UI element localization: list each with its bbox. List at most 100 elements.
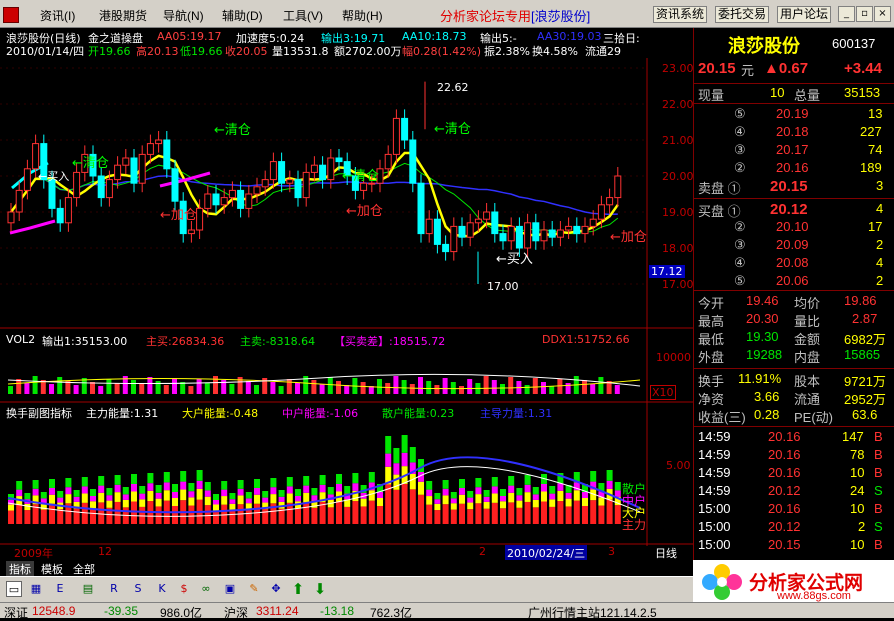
restore-icon[interactable]: ▫ — [856, 6, 873, 22]
forum-button[interactable]: 用户论坛 — [777, 6, 832, 23]
volume-bar — [90, 382, 95, 394]
power-bar — [426, 481, 433, 490]
power-bar — [377, 492, 383, 498]
power-bar — [500, 508, 506, 524]
ask-price: 20.16 — [776, 160, 809, 175]
buy-text-1: 买入 — [506, 252, 533, 267]
pen-icon[interactable]: ✎ — [246, 581, 262, 597]
power-bar — [508, 492, 515, 503]
rsi-icon[interactable]: R — [106, 581, 122, 597]
flower-icon — [702, 564, 742, 600]
close-icon[interactable]: × — [874, 6, 891, 22]
volume-bar — [254, 385, 259, 394]
stat-row: 收益(三) 0.28 PE(动) 63.6 — [694, 406, 894, 425]
power-bar — [147, 473, 154, 484]
menu-hk-futures[interactable]: 港股期货 — [99, 7, 147, 24]
stat-row: 最低 19.30 金额 6982万 — [694, 328, 894, 347]
kline-svg[interactable] — [0, 28, 693, 560]
panel-separator — [694, 426, 894, 427]
volume-bar — [565, 383, 571, 394]
clear-signal-2: ←清仓 — [214, 123, 251, 138]
power-bar — [524, 492, 531, 502]
candle-body — [105, 179, 113, 199]
chart-icon[interactable]: ▦ — [28, 581, 44, 597]
status-bar: 深证 12548.9 -39.35 986.0亿 沪深 3311.24 -13.… — [0, 602, 894, 620]
logo-url[interactable]: www.88gs.com — [777, 590, 851, 602]
power-bar — [106, 488, 113, 496]
power-bar — [401, 452, 408, 467]
power-bar — [237, 495, 244, 505]
candle-body — [565, 225, 573, 231]
arrow-down-icon[interactable]: ⬇ — [312, 581, 328, 597]
candle-body — [245, 193, 253, 209]
link-icon[interactable]: ∞ — [198, 581, 214, 597]
power-bar — [450, 492, 457, 499]
sar-icon[interactable]: S — [130, 581, 146, 597]
bid-volume: 2 — [876, 237, 884, 252]
power-bar — [311, 495, 318, 501]
volume-bar — [614, 385, 620, 394]
candle-body — [409, 139, 417, 184]
arrow-up-icon[interactable]: ⬆ — [290, 581, 306, 597]
power-bar — [122, 499, 129, 508]
ask-row: 卖盘 ① 20.15 3 — [694, 177, 894, 196]
menu-assist[interactable]: 辅助(D) — [222, 7, 263, 24]
tick-price: 20.15 — [768, 537, 801, 552]
forum-logo: 分析家公式网 www.88gs.com — [693, 560, 894, 602]
power-bar — [467, 502, 474, 510]
power-bar — [401, 483, 408, 524]
tab-template[interactable]: 模板 — [38, 561, 66, 577]
volume-bar — [57, 377, 63, 394]
power-bar — [221, 481, 228, 490]
table-icon[interactable]: ▣ — [222, 581, 238, 597]
candle-body — [7, 211, 15, 224]
power-bar — [270, 478, 277, 488]
candle-body — [15, 189, 23, 213]
tab-all[interactable]: 全部 — [70, 561, 98, 577]
sz-change: -39.35 — [104, 604, 139, 618]
chart-area[interactable]: 浪莎股份(日线) 金之道操盘 AA05:19.17 加速度5:0.24 输出3:… — [0, 28, 694, 561]
menu-tools[interactable]: 工具(V) — [283, 7, 323, 24]
power-bar — [303, 485, 310, 493]
candle-body — [474, 218, 482, 224]
power-bar — [131, 474, 137, 484]
volume-bar — [172, 378, 177, 394]
power-bar — [32, 480, 39, 489]
tick-time: 15:00 — [698, 501, 731, 516]
power-bar — [459, 503, 465, 524]
minimize-icon[interactable]: _ — [838, 6, 855, 22]
bid-level: ④ — [734, 255, 746, 270]
power-bar — [180, 471, 187, 482]
monitor-icon[interactable]: ▭ — [6, 581, 22, 597]
power-bar — [147, 490, 154, 502]
panel-separator — [694, 103, 894, 104]
power-bar — [81, 486, 88, 494]
move-icon[interactable]: ✥ — [268, 581, 284, 597]
menu-help[interactable]: 帮助(H) — [342, 7, 383, 24]
candle-body — [319, 164, 327, 181]
power-bar — [582, 506, 588, 524]
power-bar — [90, 489, 96, 496]
tab-indicator[interactable]: 指标 — [6, 561, 34, 577]
power-bar — [49, 488, 55, 495]
kd-icon[interactable]: K — [154, 581, 170, 597]
et-icon[interactable]: E — [52, 581, 68, 597]
trade-button[interactable]: 委托交易 — [715, 6, 770, 23]
volume-bar — [426, 381, 432, 394]
app-icon[interactable] — [3, 7, 19, 23]
candle-body — [155, 139, 163, 145]
power-bar — [65, 478, 72, 488]
menu-info[interactable]: 资讯(I) — [40, 7, 75, 24]
volume-bar — [114, 383, 120, 394]
volume-bar — [131, 380, 136, 394]
power-bar — [286, 493, 293, 503]
dollar-icon[interactable]: $ — [176, 581, 192, 597]
info-system-button[interactable]: 资讯系统 — [653, 6, 708, 23]
stat-value: 19.46 — [746, 293, 779, 308]
tick-price: 20.12 — [768, 519, 801, 534]
menu-nav[interactable]: 导航(N) — [163, 7, 204, 24]
candle-body — [56, 207, 64, 224]
volume-bar — [483, 376, 489, 394]
grid-icon[interactable]: ▤ — [80, 581, 96, 597]
timeframe-label[interactable]: 日线 — [655, 545, 677, 561]
